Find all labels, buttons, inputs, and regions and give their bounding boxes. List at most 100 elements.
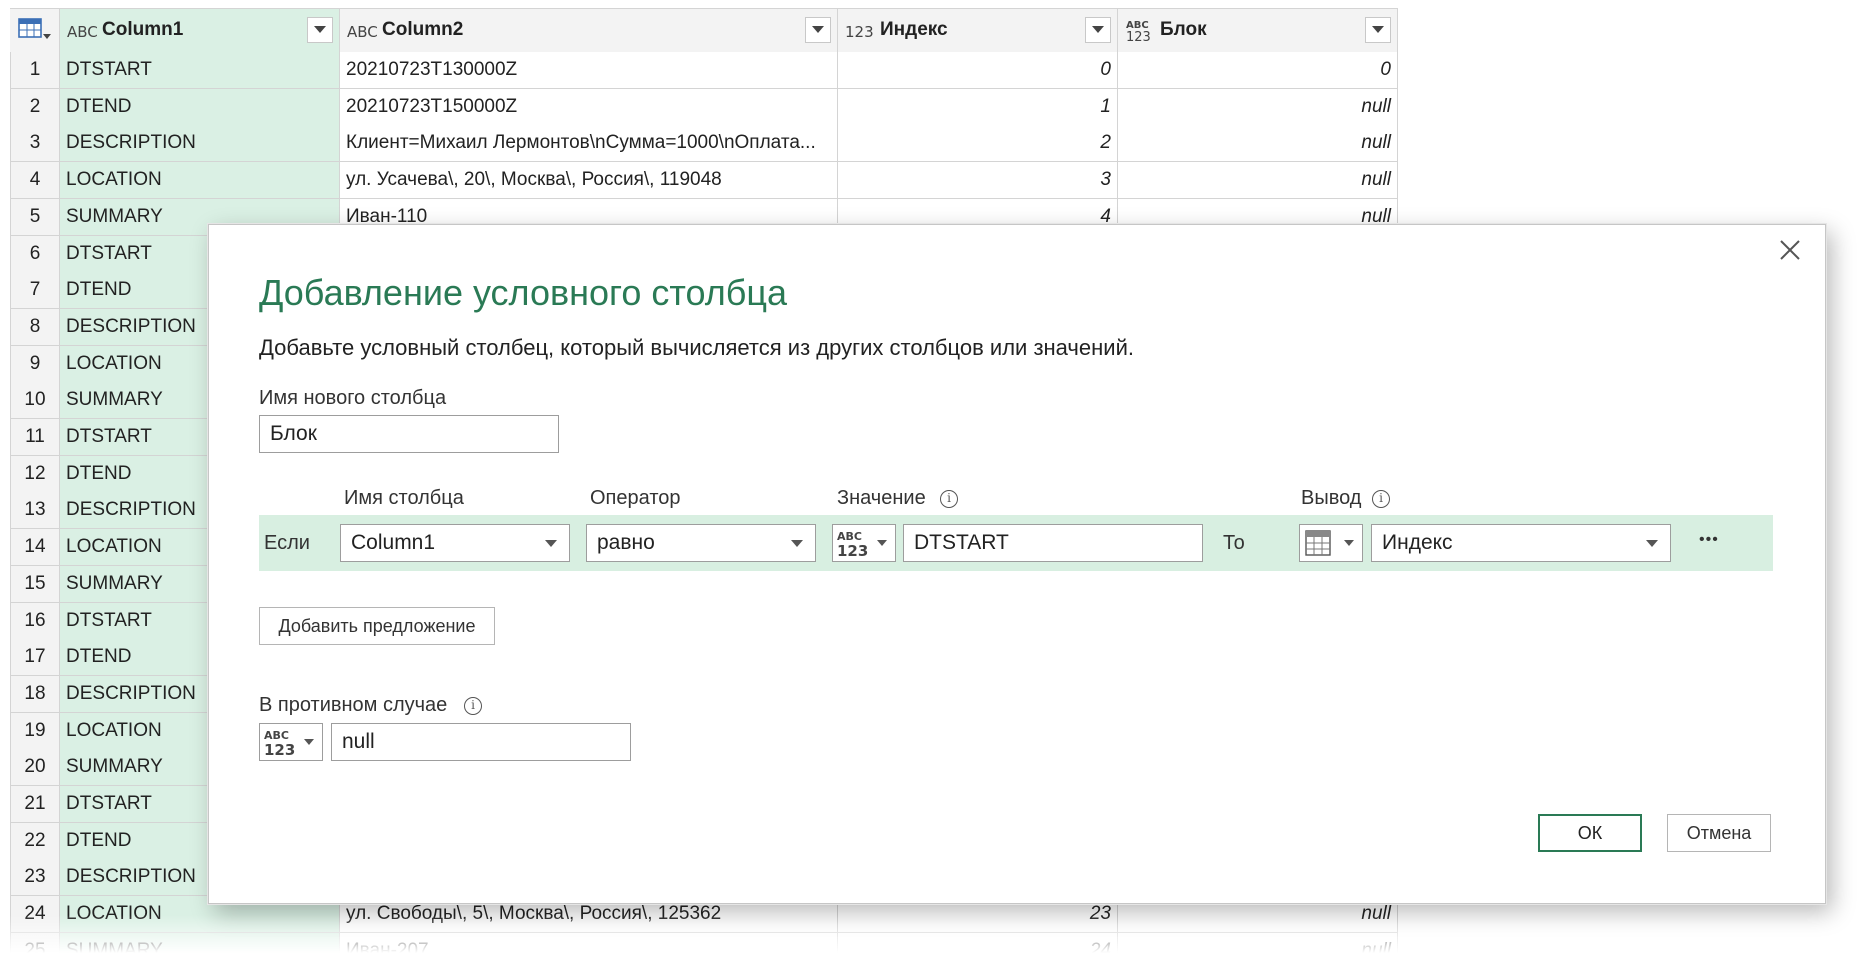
row-number-cell[interactable]: 10: [10, 382, 60, 420]
row-number-cell[interactable]: 13: [10, 492, 60, 530]
row-number-cell[interactable]: 15: [10, 565, 60, 603]
row-number-cell[interactable]: 9: [10, 345, 60, 383]
row-number-cell[interactable]: 6: [10, 235, 60, 273]
block-cell[interactable]: null: [1118, 162, 1398, 200]
column2-cell[interactable]: Клиент=Михаил Лермонтов\nСумма=1000\nОпл…: [340, 125, 838, 163]
more-options-icon[interactable]: •••: [1699, 531, 1719, 549]
svg-text:123: 123: [845, 23, 874, 41]
index-cell[interactable]: 3: [838, 162, 1118, 200]
chevron-down-icon: [791, 540, 803, 547]
add-clause-button[interactable]: Добавить предложение: [259, 607, 495, 645]
chevron-down-icon: [545, 540, 557, 547]
ok-button[interactable]: ОК: [1538, 814, 1642, 852]
dialog-title: Добавление условного столбца: [259, 272, 787, 313]
table-menu-icon[interactable]: [18, 17, 52, 43]
chevron-down-icon: [877, 540, 887, 546]
abc123-any-type-icon: ABC 123: [1124, 16, 1156, 45]
column1-cell[interactable]: DTEND: [60, 88, 340, 126]
close-icon[interactable]: [1777, 237, 1803, 263]
new-column-name-label: Имя нового столбца: [259, 387, 447, 409]
svg-text:123: 123: [264, 741, 295, 758]
index-cell[interactable]: 0: [838, 52, 1118, 89]
column-name-dropdown[interactable]: Column1: [340, 524, 570, 562]
block-cell[interactable]: null: [1118, 125, 1398, 163]
if-label: Если: [264, 532, 310, 554]
table-row[interactable]: 1 DTSTART 20210723T130000Z 0 0: [0, 52, 1400, 89]
output-column-dropdown[interactable]: Индекс: [1371, 524, 1671, 562]
column-filter-dropdown[interactable]: [805, 17, 831, 43]
abc123-any-type-icon: ABC 123: [264, 729, 295, 758]
table-row[interactable]: 3 DESCRIPTION Клиент=Михаил Лермонтов\nСум…: [0, 125, 1400, 163]
row-number-cell[interactable]: 22: [10, 822, 60, 860]
column-header-label: Индекс: [880, 19, 948, 40]
column2-cell[interactable]: ул. Усачева\, 20\, Москва\, Россия\, 119…: [340, 162, 838, 200]
row-number-cell[interactable]: 18: [10, 675, 60, 713]
row-number-cell[interactable]: 5: [10, 198, 60, 236]
column-header-label: Column1: [102, 19, 184, 40]
info-icon[interactable]: i: [464, 697, 482, 715]
cancel-button[interactable]: Отмена: [1667, 814, 1771, 852]
column1-cell[interactable]: DTSTART: [60, 52, 340, 89]
table-menu-corner[interactable]: [10, 8, 60, 52]
table-row[interactable]: 4 LOCATION ул. Усачева\, 20\, Москва\, Рос…: [0, 162, 1400, 200]
info-icon[interactable]: i: [1372, 490, 1390, 508]
chevron-down-icon: [1092, 26, 1104, 33]
column-name-value: Column1: [351, 531, 436, 554]
condition-value-input[interactable]: DTSTART: [903, 524, 1203, 562]
row-number-cell[interactable]: 12: [10, 455, 60, 493]
else-type-dropdown[interactable]: ABC 123: [259, 723, 323, 761]
column-header-column1[interactable]: ABC Column1: [60, 8, 340, 60]
row-number-cell[interactable]: 14: [10, 529, 60, 567]
svg-text:ABC: ABC: [347, 23, 378, 41]
column1-cell[interactable]: DESCRIPTION: [60, 125, 340, 163]
column-header-label: Блок: [1160, 19, 1207, 40]
add-conditional-column-dialog: Добавление условного столбца Добавьте ус…: [208, 224, 1826, 904]
else-label: В противном случае: [259, 694, 448, 716]
chevron-down-icon: [1646, 540, 1658, 547]
column2-cell[interactable]: 20210723T150000Z: [340, 88, 838, 126]
row-number-cell[interactable]: 2: [10, 88, 60, 126]
row-number-cell[interactable]: 7: [10, 272, 60, 310]
row-number-cell[interactable]: 4: [10, 162, 60, 200]
table-row[interactable]: 2 DTEND 20210723T150000Z 1 null: [0, 88, 1400, 126]
column-header-block[interactable]: ABC 123 Блок: [1118, 8, 1398, 60]
column-header-label: Column2: [382, 19, 464, 40]
column2-cell[interactable]: 20210723T130000Z: [340, 52, 838, 89]
svg-text:123: 123: [837, 542, 868, 559]
row-number-cell[interactable]: 1: [10, 52, 60, 89]
output-type-dropdown[interactable]: [1299, 524, 1363, 562]
new-column-name-input[interactable]: Блок: [259, 415, 559, 453]
chevron-down-icon: [304, 739, 314, 745]
row-number-cell[interactable]: 8: [10, 308, 60, 346]
row-number-cell[interactable]: 20: [10, 749, 60, 787]
operator-dropdown[interactable]: равно: [586, 524, 816, 562]
abc-text-type-icon: ABC: [66, 16, 98, 44]
row-number-cell[interactable]: 21: [10, 786, 60, 823]
then-label: То: [1223, 532, 1245, 554]
svg-text:123: 123: [1126, 30, 1151, 44]
column-filter-dropdown[interactable]: [1365, 17, 1391, 43]
column-header-column2[interactable]: ABC Column2: [340, 8, 838, 60]
operator-header: Оператор: [590, 487, 681, 509]
row-number-cell[interactable]: 17: [10, 639, 60, 677]
column-filter-dropdown[interactable]: [307, 17, 333, 43]
block-cell[interactable]: null: [1118, 88, 1398, 126]
column-name-header: Имя столбца: [344, 487, 464, 509]
chevron-down-icon: [1344, 540, 1354, 546]
row-number-cell[interactable]: 19: [10, 712, 60, 750]
row-number-cell[interactable]: 23: [10, 859, 60, 897]
row-number-cell[interactable]: 11: [10, 419, 60, 456]
value-type-dropdown[interactable]: ABC 123: [832, 524, 896, 562]
row-number-cell[interactable]: 3: [10, 125, 60, 163]
row-number-cell[interactable]: 16: [10, 602, 60, 640]
column1-cell[interactable]: LOCATION: [60, 162, 340, 200]
else-value-input[interactable]: null: [331, 723, 631, 761]
index-cell[interactable]: 2: [838, 125, 1118, 163]
column-filter-dropdown[interactable]: [1085, 17, 1111, 43]
index-cell[interactable]: 1: [838, 88, 1118, 126]
info-icon[interactable]: i: [940, 490, 958, 508]
chevron-down-icon: [1372, 26, 1384, 33]
block-cell[interactable]: 0: [1118, 52, 1398, 89]
123-number-type-icon: 123: [844, 16, 876, 44]
column-header-index[interactable]: 123 Индекс: [838, 8, 1118, 60]
